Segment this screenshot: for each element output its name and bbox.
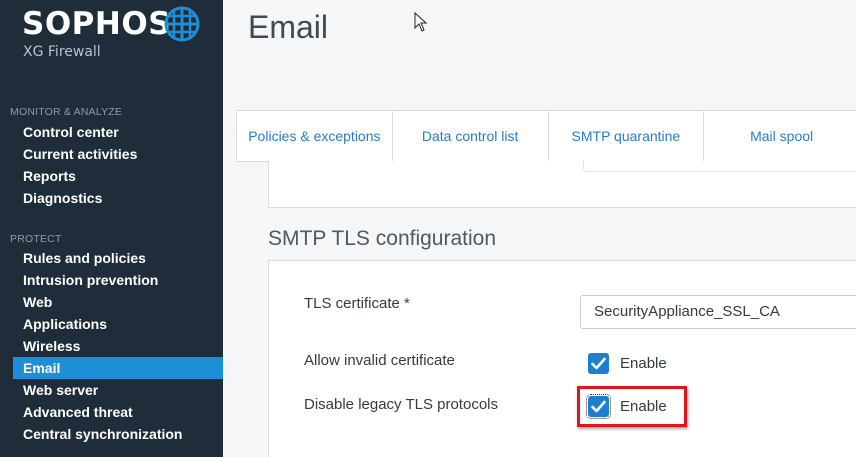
tab-bar: Policies & exceptions Data control list … [236, 110, 856, 162]
sidebar-item-central-synchronization[interactable]: Central synchronization [23, 423, 223, 445]
sidebar-item-advanced-threat[interactable]: Advanced threat [23, 401, 223, 423]
tab-policies-exceptions[interactable]: Policies & exceptions [237, 111, 393, 161]
nav-section-protect: PROTECT [10, 233, 62, 245]
allow-invalid-enable-label: Enable [620, 355, 667, 372]
sidebar-item-web-server[interactable]: Web server [23, 379, 223, 401]
upper-panel-field [583, 160, 856, 172]
sidebar-item-wireless[interactable]: Wireless [23, 335, 223, 357]
sidebar-item-reports[interactable]: Reports [23, 165, 223, 187]
allow-invalid-certificate-label: Allow invalid certificate [304, 352, 455, 369]
tls-certificate-label: TLS certificate * [304, 295, 410, 312]
globe-icon [164, 6, 200, 42]
brand-product: XG Firewall [23, 44, 101, 60]
allow-invalid-certificate-checkbox[interactable]: Enable [588, 353, 667, 374]
sidebar: SOPHOS XG Firewall MONITOR & ANALYZE Con… [0, 0, 223, 457]
sidebar-item-intrusion-prevention[interactable]: Intrusion prevention [23, 269, 223, 291]
sidebar-item-control-center[interactable]: Control center [23, 121, 223, 143]
nav-section-monitor: MONITOR & ANALYZE [10, 106, 123, 118]
sidebar-item-email[interactable]: Email [13, 357, 223, 379]
main-content: Email Policies & exceptions Data control… [223, 0, 856, 457]
disable-legacy-tls-label: Disable legacy TLS protocols [304, 396, 498, 413]
smtp-tls-section-title: SMTP TLS configuration [268, 227, 497, 250]
smtp-tls-panel: TLS certificate * SecurityAppliance_SSL_… [268, 260, 856, 457]
sidebar-item-diagnostics[interactable]: Diagnostics [23, 187, 223, 209]
page-title: Email [248, 9, 329, 45]
mouse-cursor-icon [414, 12, 428, 32]
upper-settings-panel [268, 160, 856, 208]
tab-mail-spool[interactable]: Mail spool [704, 111, 856, 161]
tab-data-control-list[interactable]: Data control list [393, 111, 549, 161]
tls-certificate-select[interactable]: SecurityAppliance_SSL_CA [580, 295, 856, 329]
brand-logo[interactable]: SOPHOS XG Firewall [22, 4, 212, 64]
checkbox-checked-icon[interactable] [588, 353, 609, 374]
sidebar-item-web[interactable]: Web [23, 291, 223, 313]
tab-smtp-quarantine[interactable]: SMTP quarantine [549, 111, 705, 161]
sidebar-item-current-activities[interactable]: Current activities [23, 143, 223, 165]
highlight-annotation-box [577, 386, 687, 427]
sidebar-item-applications[interactable]: Applications [23, 313, 223, 335]
checkmark-icon [591, 357, 606, 370]
sidebar-item-rules-and-policies[interactable]: Rules and policies [23, 247, 223, 269]
brand-name: SOPHOS [22, 6, 172, 42]
